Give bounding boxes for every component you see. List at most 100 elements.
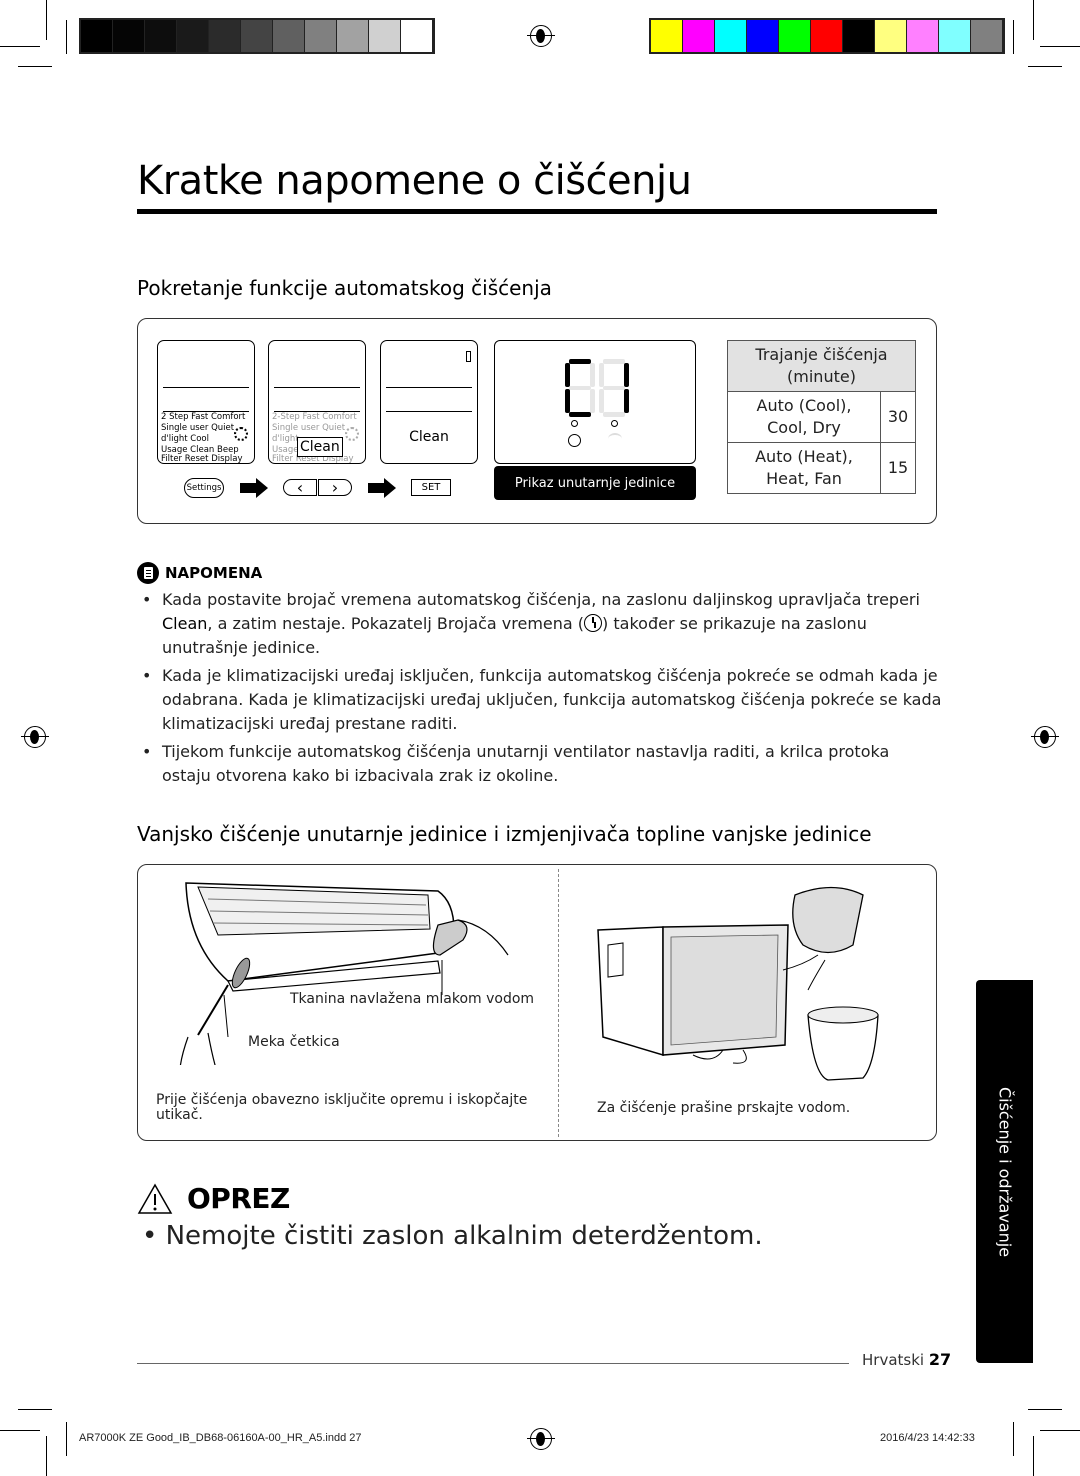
display-segment bbox=[599, 363, 604, 387]
table-row: Auto (Cool), Cool, Dry 30 bbox=[727, 391, 916, 443]
crop-mark bbox=[1040, 46, 1080, 47]
color-swatch bbox=[401, 20, 433, 52]
right-button[interactable]: › bbox=[318, 478, 352, 497]
registration-mark-icon bbox=[527, 1428, 555, 1450]
registration-mark-icon bbox=[1031, 726, 1059, 748]
color-swatch bbox=[651, 20, 683, 52]
registration-mark-icon bbox=[527, 25, 555, 47]
table-header: Trajanje čišćenja (minute) bbox=[727, 340, 916, 392]
crop-mark bbox=[66, 1422, 67, 1456]
color-calibration-bar bbox=[649, 18, 1005, 54]
note-heading: NAPOMENA bbox=[137, 562, 262, 584]
color-swatch bbox=[369, 20, 401, 52]
title-underline bbox=[137, 209, 937, 214]
loading-dots-icon bbox=[234, 427, 248, 441]
crop-mark bbox=[0, 1430, 40, 1431]
color-swatch bbox=[145, 20, 177, 52]
remote-battery-icon bbox=[466, 351, 471, 362]
loading-dots-icon bbox=[345, 427, 359, 441]
indoor-display-caption: Prikaz unutarnje jedinice bbox=[494, 466, 696, 500]
panel-divider bbox=[558, 869, 559, 1137]
crop-mark bbox=[1013, 1422, 1014, 1456]
crop-mark bbox=[1033, 1436, 1034, 1476]
crop-mark bbox=[1033, 0, 1034, 40]
header-line: (minute) bbox=[787, 367, 856, 386]
mode-line: Auto (Cool), bbox=[756, 396, 852, 415]
display-segment bbox=[624, 389, 629, 413]
color-swatch bbox=[305, 20, 337, 52]
color-swatch bbox=[811, 20, 843, 52]
section-heading-auto-clean: Pokretanje funkcije automatskog čišćenja bbox=[137, 276, 552, 300]
arrow-right-icon bbox=[384, 478, 396, 498]
footer-rule bbox=[137, 1363, 849, 1364]
crop-mark bbox=[1028, 1409, 1062, 1410]
crop-mark bbox=[0, 46, 40, 47]
color-swatch bbox=[113, 20, 145, 52]
list-item: Kada postavite brojač vremena automatsko… bbox=[142, 588, 942, 660]
cloth-label: Tkanina navlažena mlakom vodom bbox=[290, 991, 535, 1007]
display-segment bbox=[590, 363, 595, 387]
menu-line: 2-Step Fast Comfort bbox=[272, 412, 357, 422]
set-button[interactable]: SET bbox=[411, 479, 451, 496]
color-swatch bbox=[177, 20, 209, 52]
list-item: Tijekom funkcije automatskog čišćenja un… bbox=[142, 740, 942, 788]
crop-mark bbox=[1028, 66, 1062, 67]
timer-icon bbox=[584, 614, 603, 632]
mode-line: Cool, Dry bbox=[767, 418, 841, 437]
list-item: Kada je klimatizacijski uređaj isključen… bbox=[142, 664, 942, 736]
caution-heading: OPREZ bbox=[137, 1182, 290, 1215]
caution-label: OPREZ bbox=[187, 1182, 290, 1215]
color-swatch bbox=[209, 20, 241, 52]
note-heading-label: NAPOMENA bbox=[165, 564, 263, 582]
timer-indicator-led bbox=[571, 420, 578, 427]
display-segment bbox=[624, 363, 629, 387]
display-segment bbox=[565, 389, 570, 413]
caution-text: Nemojte čistiti zaslon alkalnim deterdže… bbox=[165, 1221, 763, 1251]
left-caption: Prije čišćenja obavezno isključite oprem… bbox=[156, 1092, 528, 1123]
timer-icon bbox=[568, 434, 581, 447]
crop-mark bbox=[18, 1409, 52, 1410]
color-swatch bbox=[907, 20, 939, 52]
note-icon bbox=[137, 562, 159, 584]
display-segment bbox=[603, 412, 625, 417]
caution-item: • Nemojte čistiti zaslon alkalnim deterd… bbox=[142, 1221, 763, 1251]
slug-date: 2016/4/23 14:42:33 bbox=[880, 1432, 975, 1444]
text: , a zatim nestaje. Pokazatelj Brojača vr… bbox=[207, 614, 585, 633]
display-segment bbox=[590, 389, 595, 413]
remote-screen-settings-menu: 2 Step Fast Comfort Single user Quiet d'… bbox=[157, 340, 255, 464]
wifi-indicator-led bbox=[611, 420, 618, 427]
color-swatch bbox=[337, 20, 369, 52]
section-heading-external-clean: Vanjsko čišćenje unutarnje jedinice i iz… bbox=[137, 822, 872, 846]
color-swatch bbox=[779, 20, 811, 52]
mode-cell: Auto (Cool), Cool, Dry bbox=[727, 391, 881, 443]
footer-page-label: Hrvatski 27 bbox=[862, 1350, 951, 1369]
color-swatch bbox=[939, 20, 971, 52]
clean-keyword: Clean bbox=[162, 614, 208, 633]
page-title: Kratke napomene o čišćenju bbox=[137, 158, 692, 204]
table-header-row: Trajanje čišćenja (minute) bbox=[727, 340, 916, 392]
settings-button[interactable]: Settings bbox=[184, 478, 224, 498]
color-swatch bbox=[715, 20, 747, 52]
display-segment bbox=[569, 386, 591, 390]
left-button[interactable]: ‹ bbox=[283, 478, 317, 497]
cleaning-illustration-panel: Tkanina navlažena mlakom vodom Meka četk… bbox=[137, 864, 937, 1141]
note-list: Kada postavite brojač vremena automatsko… bbox=[142, 588, 942, 792]
slug-file: AR7000K ZE Good_IB_DB68-06160A-00_HR_A5.… bbox=[79, 1432, 362, 1444]
mode-line: Auto (Heat), bbox=[755, 447, 853, 466]
brush-label: Meka četkica bbox=[248, 1034, 340, 1050]
color-swatch bbox=[81, 20, 113, 52]
wifi-icon bbox=[608, 433, 622, 445]
indoor-unit-display bbox=[494, 340, 696, 464]
clean-result-label: Clean bbox=[409, 429, 449, 445]
grayscale-color-bar bbox=[79, 18, 435, 54]
menu-line: Filter Reset Display bbox=[161, 454, 243, 464]
minutes-cell: 15 bbox=[880, 442, 916, 494]
crop-mark bbox=[66, 20, 67, 54]
menu-line: 2 Step Fast Comfort bbox=[161, 412, 246, 422]
display-segment bbox=[603, 386, 625, 390]
mode-cell: Auto (Heat), Heat, Fan bbox=[727, 442, 881, 494]
display-segment bbox=[565, 363, 570, 387]
color-swatch bbox=[273, 20, 305, 52]
indoor-unit-illustration bbox=[179, 882, 509, 1065]
page-number: 27 bbox=[928, 1350, 952, 1369]
